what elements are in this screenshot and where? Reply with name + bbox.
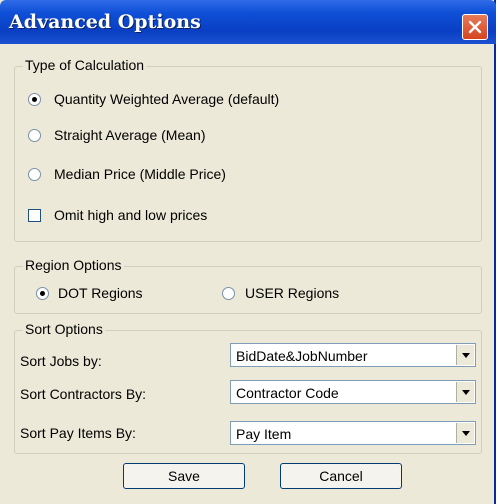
save-button[interactable]: Save (123, 463, 245, 489)
sort-payitems-value: Pay Item (236, 426, 292, 442)
advanced-options-dialog: Advanced Options Type of Calculation Qua… (0, 0, 496, 504)
user-regions-radio[interactable] (222, 287, 235, 300)
dialog-title: Advanced Options (9, 11, 201, 33)
cancel-button[interactable]: Cancel (280, 463, 402, 489)
close-button[interactable] (462, 14, 488, 40)
chevron-down-icon[interactable] (456, 423, 474, 443)
sort-contractors-value: Contractor Code (236, 385, 339, 401)
sort-contractors-select[interactable]: Contractor Code (230, 380, 476, 404)
calculation-legend: Type of Calculation (23, 57, 147, 73)
quantity-weighted-radio[interactable] (28, 93, 41, 106)
user-regions-label[interactable]: USER Regions (245, 285, 339, 301)
straight-average-radio[interactable] (28, 129, 41, 142)
chevron-down-icon[interactable] (456, 345, 474, 365)
sort-legend: Sort Options (23, 321, 105, 337)
sort-contractors-label: Sort Contractors By: (20, 386, 147, 402)
omit-high-low-label[interactable]: Omit high and low prices (54, 207, 207, 223)
quantity-weighted-label[interactable]: Quantity Weighted Average (default) (54, 91, 279, 107)
sort-payitems-select[interactable]: Pay Item (230, 421, 476, 445)
title-bar[interactable]: Advanced Options (0, 0, 496, 44)
straight-average-label[interactable]: Straight Average (Mean) (54, 127, 206, 143)
median-price-radio[interactable] (28, 168, 41, 181)
dot-regions-radio[interactable] (36, 287, 49, 300)
chevron-down-icon[interactable] (456, 382, 474, 402)
region-legend: Region Options (23, 257, 124, 273)
sort-jobs-value: BidDate&JobNumber (236, 348, 368, 364)
sort-jobs-select[interactable]: BidDate&JobNumber (230, 343, 476, 367)
median-price-label[interactable]: Median Price (Middle Price) (54, 166, 226, 182)
sort-payitems-label: Sort Pay Items By: (20, 425, 136, 441)
dot-regions-label[interactable]: DOT Regions (58, 285, 143, 301)
sort-jobs-label: Sort Jobs by: (20, 353, 102, 369)
omit-high-low-checkbox[interactable] (28, 209, 41, 222)
close-icon (468, 20, 482, 34)
